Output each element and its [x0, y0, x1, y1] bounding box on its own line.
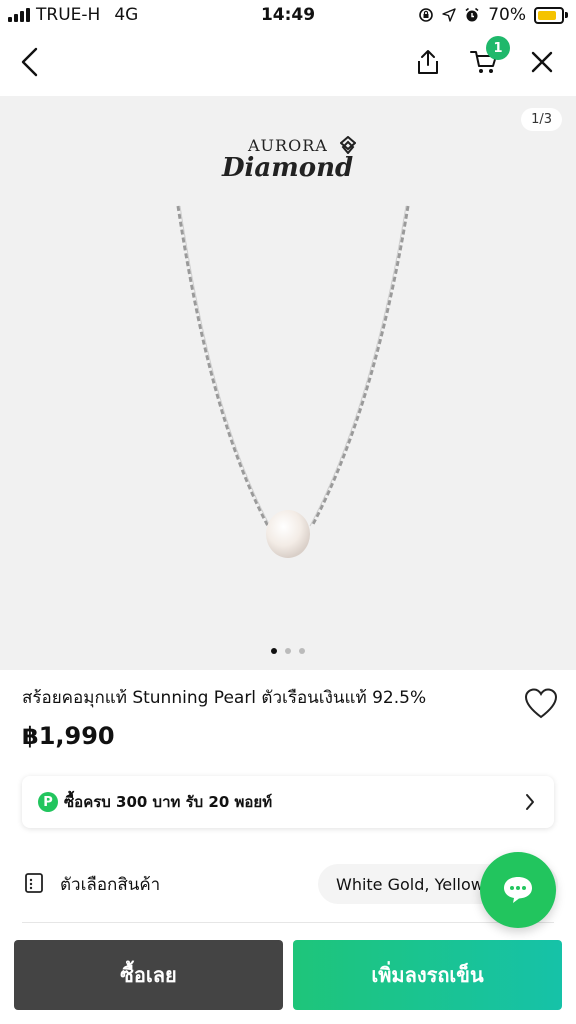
points-promo-card[interactable]: P ซื้อครบ 300 บาท รับ 20 พอยท์ — [22, 776, 554, 828]
points-icon: P — [38, 792, 58, 812]
cart-count-badge: 1 — [486, 36, 510, 60]
chat-button[interactable] — [480, 852, 556, 928]
brand-diamond-icon — [340, 136, 356, 154]
share-icon — [418, 50, 438, 74]
status-bar: TRUE-H 4G 14:49 70% — [0, 0, 576, 30]
battery-percent: 70% — [488, 5, 526, 25]
options-label: ตัวเลือกสินค้า — [60, 875, 161, 895]
product-price: ฿1,990 — [22, 722, 115, 750]
gallery-pagination — [0, 648, 576, 654]
product-title: สร้อยคอมุกแท้ Stunning Pearl ตัวเรือนเงิ… — [22, 688, 427, 708]
pagination-dot[interactable] — [271, 648, 277, 654]
chevron-left-icon — [21, 47, 38, 77]
battery-icon — [534, 6, 568, 24]
top-nav-bar: 1 — [0, 30, 576, 96]
status-right: 70% — [418, 5, 568, 25]
chevron-right-icon — [526, 794, 534, 810]
location-icon — [442, 8, 456, 22]
rotation-lock-icon — [419, 8, 434, 22]
image-counter: 1/3 — [521, 108, 562, 131]
divider — [22, 922, 554, 923]
points-promo-text: ซื้อครบ 300 บาท รับ 20 พอยท์ — [64, 793, 273, 811]
share-button[interactable] — [406, 40, 450, 84]
brand-name-bottom: Diamond — [222, 153, 354, 183]
pagination-dot[interactable] — [299, 648, 305, 654]
options-list-icon — [25, 873, 43, 893]
close-button[interactable] — [520, 40, 564, 84]
brand-logo: AURORA Diamond — [222, 136, 362, 183]
chat-bubble-icon — [504, 877, 532, 903]
alarm-icon — [465, 7, 479, 22]
back-button[interactable] — [8, 40, 52, 84]
add-to-cart-button[interactable]: เพิ่มลงรถเข็น — [293, 940, 562, 1010]
heart-icon — [524, 688, 558, 719]
pagination-dot[interactable] — [285, 648, 291, 654]
product-image-gallery[interactable]: 1/3 AURORA Diamond — [0, 96, 576, 670]
close-icon — [531, 51, 553, 73]
cart-button[interactable]: 1 — [462, 36, 510, 84]
buy-now-button[interactable]: ซื้อเลย — [14, 940, 283, 1010]
wishlist-button[interactable] — [524, 688, 558, 724]
